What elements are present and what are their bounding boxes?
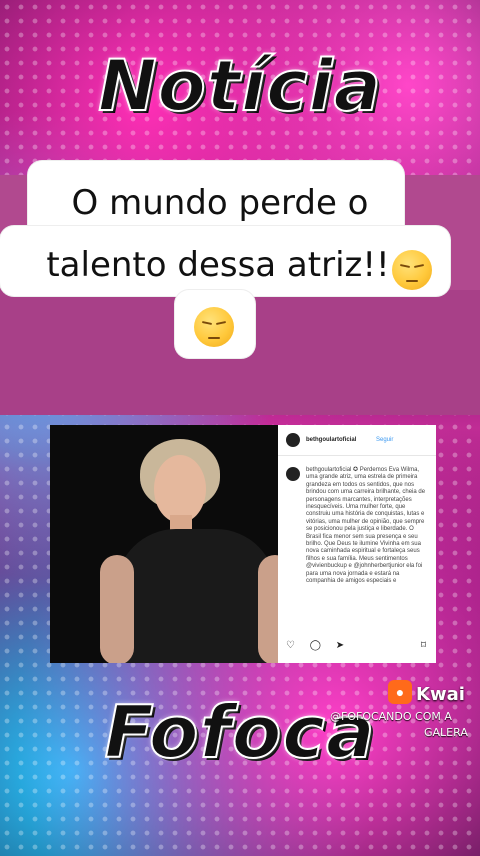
avatar — [286, 433, 300, 447]
kwai-handle-line-2: GALERA — [424, 726, 468, 739]
follow-button[interactable]: Seguir — [376, 437, 393, 443]
caption-line-2: talento dessa atriz!! — [46, 245, 390, 285]
post-username: bethgoulartoficial — [306, 437, 357, 443]
pensive-emoji-icon — [194, 307, 234, 347]
kwai-brand: Kwai — [416, 684, 465, 705]
divider — [278, 455, 436, 456]
pensive-emoji-icon — [392, 250, 432, 290]
share-icon[interactable]: ➤ — [336, 640, 350, 651]
caption-line-1: O mundo perde o — [71, 183, 369, 223]
post-panel: bethgoulartoficial Seguir bethgoulartofi… — [278, 425, 436, 663]
kwai-logo-icon: ● — [388, 680, 412, 704]
heart-icon[interactable]: ♡ — [286, 640, 301, 651]
bookmark-icon[interactable]: ⌑ — [421, 640, 426, 651]
comment-icon[interactable]: ◯ — [310, 640, 327, 651]
instagram-post: bethgoulartoficial Seguir bethgoulartofi… — [50, 425, 436, 663]
kwai-handle-line-1: @FOFOCANDO COM A — [330, 710, 452, 723]
header-title: Notícia — [97, 44, 382, 128]
post-actions[interactable]: ♡ ◯ ➤ — [286, 640, 350, 651]
post-text: bethgoulartoficial ✪ Perdemos Eva Wilma,… — [306, 467, 426, 585]
avatar — [286, 467, 300, 481]
post-photo — [50, 425, 292, 663]
